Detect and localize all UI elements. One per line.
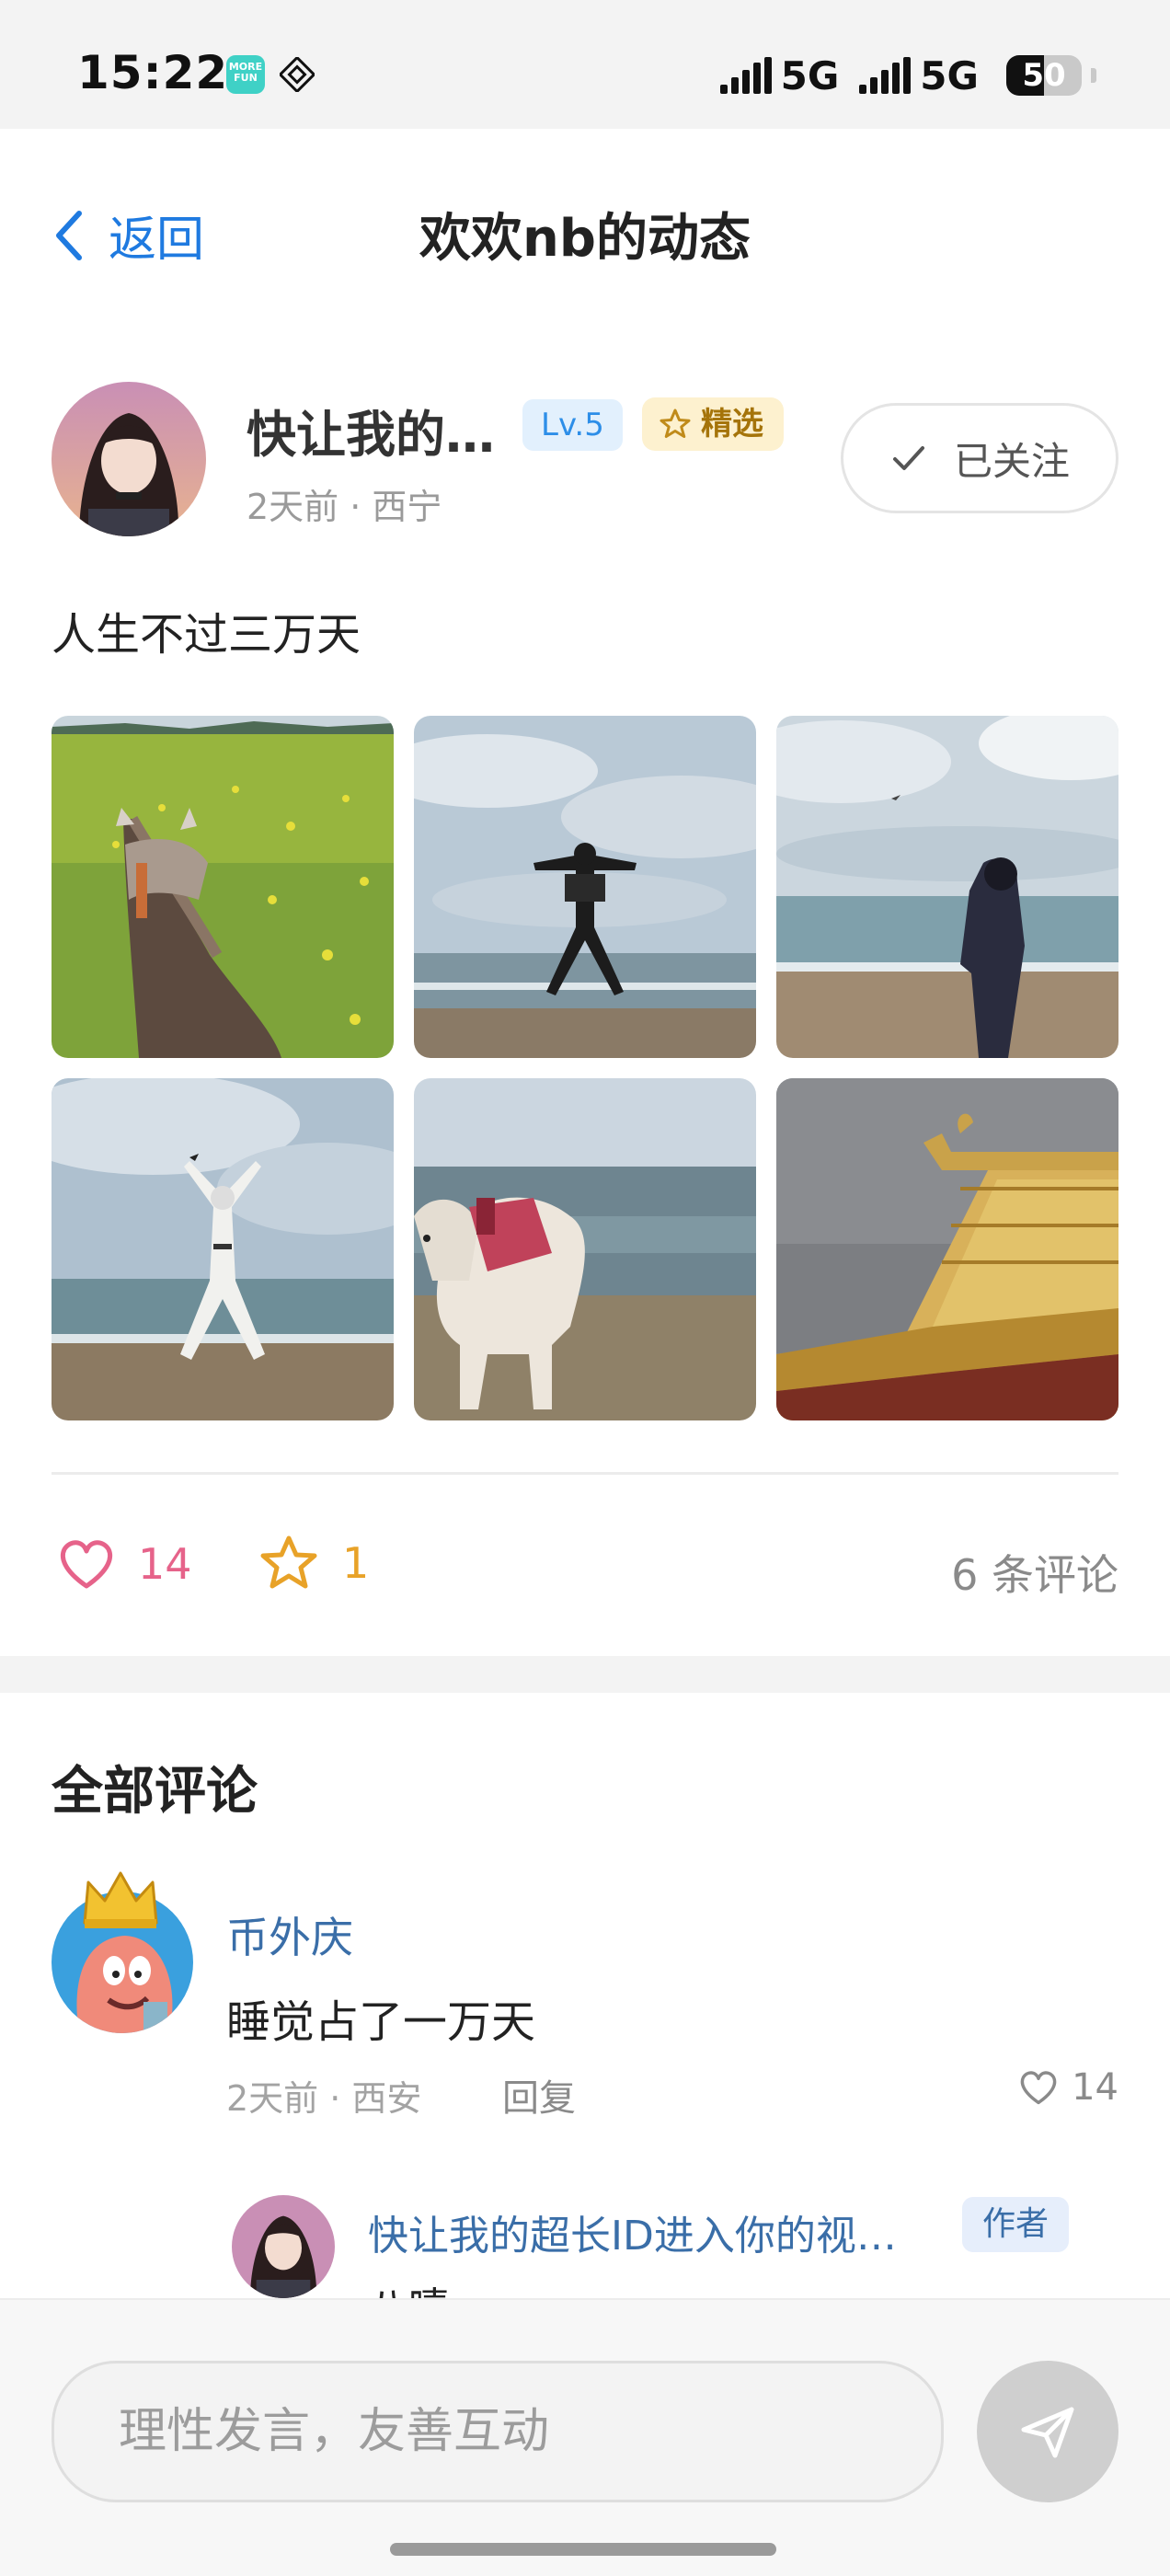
comment-text: 睡觉占了一万天 [226, 1996, 536, 2048]
comment-input[interactable] [52, 2361, 944, 2502]
reply-text: 八嘻 [368, 2274, 449, 2300]
comment-like-button[interactable]: 14 [1018, 2066, 1118, 2109]
page-title: 欢欢nb的动态 [419, 209, 751, 269]
golden-roof-photo[interactable] [776, 1078, 1118, 1420]
like-count: 14 [138, 1539, 192, 1589]
heart-outline-icon [60, 1540, 113, 1589]
star-outline-icon [260, 1535, 317, 1589]
post-card: 快让我的… Lv.5 精选 2天前 · 西宁 已关注 人生不过三万天 14 1 … [0, 331, 1170, 1656]
author-name[interactable]: 快让我的… [247, 394, 495, 466]
post-meta: 2天前 · 西宁 [247, 487, 442, 527]
comment-count[interactable]: 6 条评论 [951, 1542, 1118, 1603]
home-indicator[interactable] [390, 2543, 776, 2556]
divider [52, 1472, 1118, 1475]
author-avatar[interactable] [52, 382, 206, 536]
comment-meta: 2天前 · 西安 [226, 2078, 422, 2119]
comment-like-count: 14 [1072, 2066, 1118, 2109]
reply-author-name[interactable]: 快让我的超长ID进入你的视… [368, 2202, 897, 2261]
commenter-name[interactable]: 币外庆 [226, 1904, 353, 1965]
author-badge: 作者 [962, 2197, 1070, 2252]
featured-badge: 精选 [642, 397, 784, 451]
standing-by-sea-photo[interactable] [776, 716, 1118, 1058]
post-actions: 14 1 6 条评论 [52, 1518, 1118, 1610]
star-outline-icon [660, 408, 691, 438]
crown-icon [83, 1871, 158, 1928]
send-button[interactable] [977, 2361, 1118, 2502]
network-type-label: 5G [920, 52, 979, 98]
send-icon [1021, 2407, 1074, 2458]
check-icon [892, 446, 924, 470]
top-nav-bar: 返回 欢欢nb的动态 [0, 129, 1170, 331]
status-indicators: 5G 5G 50 [719, 52, 1096, 99]
navigation-diamond-icon [280, 57, 315, 92]
jumping-on-beach-photo[interactable] [414, 716, 756, 1058]
post-text: 人生不过三万天 [52, 609, 361, 661]
favorite-button[interactable]: 1 [259, 1535, 369, 1592]
yak-on-beach-photo[interactable] [414, 1078, 756, 1420]
following-button[interactable]: 已关注 [841, 403, 1118, 513]
status-bar: 15:22 MORE FUN 5G 5G 50 [0, 0, 1170, 129]
comments-section: 全部评论 币外庆 睡觉占了一万天 2天前 · 西安 回复 14 快让我的超长ID… [0, 1693, 1170, 2300]
comment-composer-bar [0, 2298, 1170, 2576]
signal-strength-icon [719, 57, 772, 94]
reply-author-avatar[interactable] [232, 2195, 335, 2298]
level-badge: Lv.5 [522, 399, 623, 451]
featured-label: 精选 [701, 406, 763, 443]
battery-icon: 50 [1006, 55, 1082, 96]
like-button[interactable]: 14 [57, 1536, 192, 1592]
status-time: 15:22 [77, 46, 229, 99]
arms-raised-photo[interactable] [52, 1078, 394, 1420]
battery-level: 50 [1022, 57, 1066, 94]
reply-button[interactable]: 回复 [502, 2068, 576, 2122]
horse-ride-photo[interactable] [52, 716, 394, 1058]
comments-title: 全部评论 [52, 1762, 258, 1822]
signal-strength-icon [859, 57, 912, 94]
heart-outline-icon [1020, 2071, 1057, 2105]
following-label: 已关注 [953, 438, 1070, 484]
battery-tip [1091, 68, 1096, 83]
more-fun-app-icon: MORE FUN [226, 55, 265, 94]
favorite-count: 1 [342, 1538, 370, 1588]
photo-grid [52, 716, 1118, 1422]
network-type-label: 5G [780, 52, 840, 98]
